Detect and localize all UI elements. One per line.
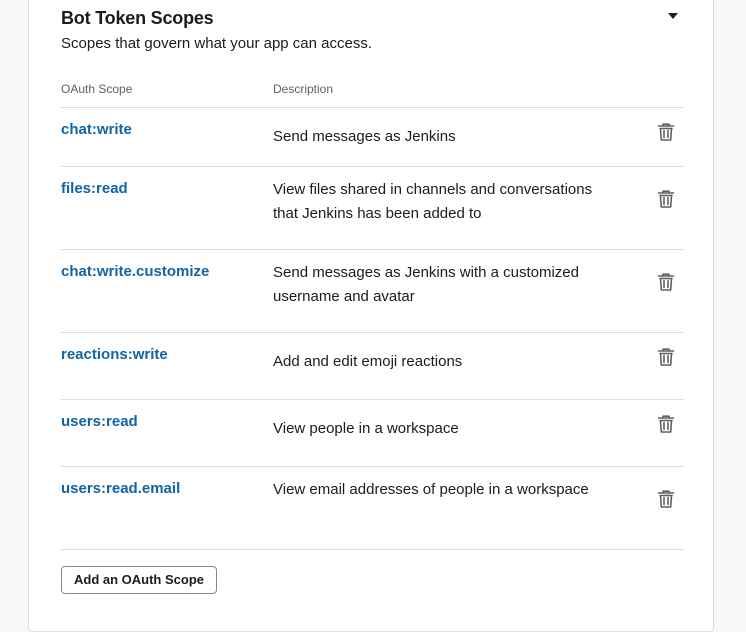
scope-description: Send messages as Jenkins with a customiz… bbox=[273, 264, 579, 305]
scope-description: View email addresses of people in a work… bbox=[273, 481, 589, 498]
section-title: Bot Token Scopes bbox=[61, 8, 214, 28]
scope-description: View files shared in channels and conver… bbox=[273, 181, 593, 222]
scopes-card: Bot Token Scopes Scopes that govern what… bbox=[28, 0, 714, 632]
trash-icon[interactable] bbox=[655, 188, 677, 210]
scope-link[interactable]: chat:write bbox=[61, 121, 132, 138]
scope-link[interactable]: chat:write.customize bbox=[61, 263, 209, 280]
trash-icon[interactable] bbox=[655, 271, 677, 293]
scope-description: Add and edit emoji reactions bbox=[273, 353, 463, 370]
trash-icon[interactable] bbox=[655, 488, 677, 510]
trash-icon[interactable] bbox=[655, 413, 677, 435]
table-row: reactions:write Add and edit emoji react… bbox=[61, 333, 684, 400]
scope-link[interactable]: users:read.email bbox=[61, 480, 180, 497]
scope-description: Send messages as Jenkins bbox=[273, 128, 456, 145]
add-oauth-scope-button[interactable]: Add an OAuth Scope bbox=[61, 566, 217, 594]
column-header-oauth-scope: OAuth Scope bbox=[61, 82, 133, 96]
scope-link[interactable]: files:read bbox=[61, 180, 128, 197]
scope-link[interactable]: reactions:write bbox=[61, 346, 168, 363]
column-header-description: Description bbox=[273, 82, 334, 96]
scope-description: View people in a workspace bbox=[273, 420, 459, 437]
trash-icon[interactable] bbox=[655, 346, 677, 368]
table-row: chat:write.customize Send messages as Je… bbox=[61, 250, 684, 333]
table-row: files:read View files shared in channels… bbox=[61, 167, 684, 250]
scope-link[interactable]: users:read bbox=[61, 413, 138, 430]
table-row: users:read.email View email addresses of… bbox=[61, 467, 684, 550]
table-row: users:read View people in a workspace bbox=[61, 400, 684, 467]
caret-down-icon[interactable] bbox=[668, 13, 678, 19]
table-header: OAuth Scope Description bbox=[61, 81, 684, 108]
table-row: chat:write Send messages as Jenkins bbox=[61, 108, 684, 167]
section-subtitle: Scopes that govern what your app can acc… bbox=[61, 35, 373, 52]
trash-icon[interactable] bbox=[655, 121, 677, 143]
